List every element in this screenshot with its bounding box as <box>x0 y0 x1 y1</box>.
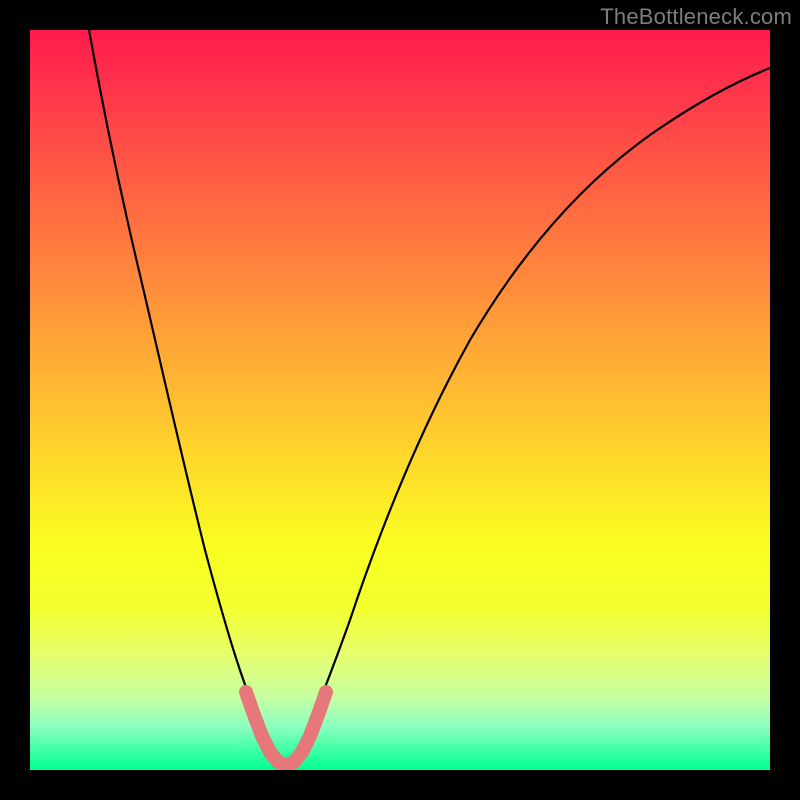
chart-frame: TheBottleneck.com <box>0 0 800 800</box>
bottleneck-curve <box>89 30 770 762</box>
optimal-band <box>246 692 326 765</box>
watermark-text: TheBottleneck.com <box>600 4 792 30</box>
chart-plot-area <box>30 30 770 770</box>
chart-svg <box>30 30 770 770</box>
